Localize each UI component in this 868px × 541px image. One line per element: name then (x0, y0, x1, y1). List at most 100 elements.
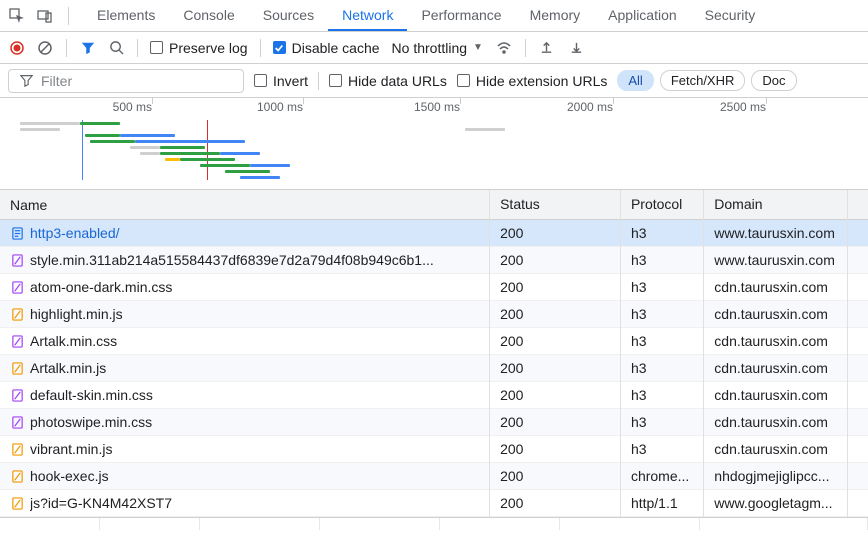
funnel-icon (19, 74, 33, 88)
request-protocol: chrome... (621, 462, 704, 490)
search-icon[interactable] (107, 39, 125, 57)
tab-security[interactable]: Security (691, 1, 770, 31)
throttling-label: No throttling (392, 40, 467, 56)
request-status: 200 (490, 381, 621, 409)
table-row[interactable]: style.min.311ab214a515584437df6839e7d2a7… (0, 247, 868, 274)
request-name: atom-one-dark.min.css (30, 279, 172, 295)
col-header-status[interactable]: Status (490, 190, 621, 219)
request-status: 200 (490, 462, 621, 490)
divider (525, 39, 526, 57)
col-header-domain[interactable]: Domain (704, 190, 848, 219)
request-domain: nhdogjmejiglipcc... (704, 462, 848, 490)
request-domain: cdn.taurusxin.com (704, 408, 848, 436)
overview-timeline[interactable]: 500 ms1000 ms1500 ms2000 ms2500 ms (0, 98, 868, 190)
filter-chip[interactable]: All (617, 70, 653, 91)
disable-cache-checkbox[interactable]: Disable cache (273, 40, 380, 56)
devtools-tab-bar: ElementsConsoleSourcesNetworkPerformance… (0, 0, 868, 32)
invert-label: Invert (273, 73, 308, 89)
tab-application[interactable]: Application (594, 1, 691, 31)
clear-icon[interactable] (36, 39, 54, 57)
record-icon[interactable] (8, 39, 26, 57)
css-file-icon (10, 415, 24, 429)
time-label: 2000 ms (567, 100, 613, 114)
invert-checkbox[interactable]: Invert (254, 73, 308, 89)
tab-console[interactable]: Console (169, 1, 248, 31)
time-label: 500 ms (113, 100, 152, 114)
tab-memory[interactable]: Memory (516, 1, 595, 31)
time-label: 1000 ms (257, 100, 303, 114)
request-domain: cdn.taurusxin.com (704, 273, 848, 301)
status-bar (0, 517, 868, 530)
table-row[interactable]: hook-exec.js 200chrome...nhdogjmejiglipcc… (0, 463, 868, 490)
js-file-icon (10, 361, 24, 375)
requests-table: Name Status Protocol Domain http3-enable… (0, 190, 868, 517)
filter-chip[interactable]: Doc (751, 70, 796, 91)
request-protocol: h3 (621, 273, 704, 301)
device-toolbar-icon[interactable] (36, 7, 54, 25)
request-protocol: h3 (621, 408, 704, 436)
filter-toggle-icon[interactable] (79, 39, 97, 57)
divider (66, 39, 67, 57)
js-file-icon (10, 496, 24, 510)
request-name: vibrant.min.js (30, 441, 112, 457)
load-event-line (207, 120, 208, 180)
request-protocol: h3 (621, 300, 704, 328)
col-header-more[interactable] (848, 190, 868, 219)
request-protocol: h3 (621, 381, 704, 409)
filter-bar: Filter Invert Hide data URLs Hide extens… (0, 64, 868, 98)
preserve-log-checkbox[interactable]: Preserve log (150, 40, 248, 56)
hide-extension-urls-checkbox[interactable]: Hide extension URLs (457, 73, 608, 89)
preserve-log-label: Preserve log (169, 40, 248, 56)
overview-bars (0, 120, 868, 180)
css-file-icon (10, 334, 24, 348)
request-name: highlight.min.js (30, 306, 123, 322)
upload-har-icon[interactable] (538, 39, 556, 57)
filter-chip[interactable]: Fetch/XHR (660, 70, 746, 91)
throttling-select[interactable]: No throttling ▼ (392, 40, 483, 56)
tab-elements[interactable]: Elements (83, 1, 169, 31)
network-toolbar: Preserve log Disable cache No throttling… (0, 32, 868, 64)
request-domain: www.googletagm... (704, 489, 848, 517)
hide-data-urls-label: Hide data URLs (348, 73, 447, 89)
table-row[interactable]: js?id=G-KN4M42XST7200http/1.1www.googlet… (0, 490, 868, 517)
divider (318, 72, 319, 90)
inspect-element-icon[interactable] (8, 7, 26, 25)
table-row[interactable]: default-skin.min.css200h3cdn.taurusxin.c… (0, 382, 868, 409)
table-row[interactable]: vibrant.min.js200h3cdn.taurusxin.com (0, 436, 868, 463)
download-har-icon[interactable] (568, 39, 586, 57)
col-header-name[interactable]: Name (0, 190, 490, 219)
css-file-icon (10, 253, 24, 267)
network-conditions-icon[interactable] (495, 39, 513, 57)
js-file-icon (10, 442, 24, 456)
tab-performance[interactable]: Performance (407, 1, 515, 31)
time-label: 2500 ms (720, 100, 766, 114)
table-row[interactable]: photoswipe.min.css200h3cdn.taurusxin.com (0, 409, 868, 436)
table-row[interactable]: http3-enabled/200h3www.taurusxin.com (0, 220, 868, 247)
request-name: hook-exec.js (30, 468, 109, 484)
request-protocol: h3 (621, 354, 704, 382)
css-file-icon (10, 280, 24, 294)
time-ruler: 500 ms1000 ms1500 ms2000 ms2500 ms (0, 98, 868, 118)
filter-input[interactable]: Filter (8, 69, 244, 93)
request-domain: www.taurusxin.com (704, 246, 848, 274)
table-header: Name Status Protocol Domain (0, 190, 868, 220)
hide-data-urls-checkbox[interactable]: Hide data URLs (329, 73, 447, 89)
tab-network[interactable]: Network (328, 1, 407, 31)
request-name: default-skin.min.css (30, 387, 153, 403)
tab-sources[interactable]: Sources (249, 1, 328, 31)
request-status: 200 (490, 408, 621, 436)
table-row[interactable]: atom-one-dark.min.css200h3cdn.taurusxin.… (0, 274, 868, 301)
request-protocol: h3 (621, 219, 704, 247)
table-row[interactable]: highlight.min.js200h3cdn.taurusxin.com (0, 301, 868, 328)
request-status: 200 (490, 300, 621, 328)
col-header-protocol[interactable]: Protocol (621, 190, 704, 219)
table-row[interactable]: Artalk.min.js200h3cdn.taurusxin.com (0, 355, 868, 382)
request-protocol: http/1.1 (621, 489, 704, 517)
request-domain: cdn.taurusxin.com (704, 435, 848, 463)
request-status: 200 (490, 219, 621, 247)
table-row[interactable]: Artalk.min.css200h3cdn.taurusxin.com (0, 328, 868, 355)
request-domain: www.taurusxin.com (704, 219, 848, 247)
request-protocol: h3 (621, 327, 704, 355)
filter-placeholder: Filter (41, 73, 72, 89)
request-protocol: h3 (621, 246, 704, 274)
